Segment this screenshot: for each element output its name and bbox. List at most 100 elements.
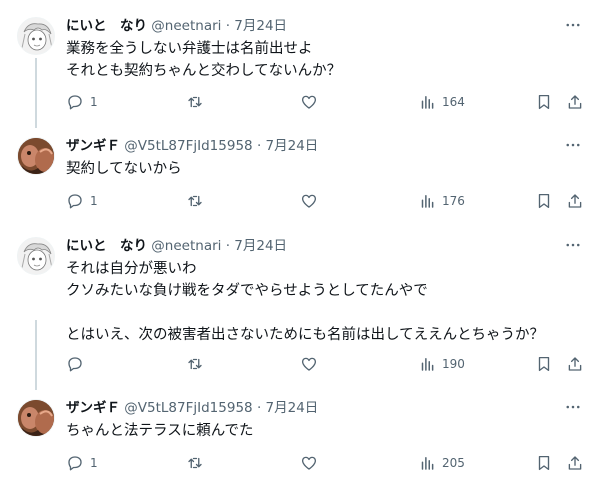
views-button[interactable]: 164 — [418, 91, 465, 113]
user-handle[interactable]: @neetnari — [151, 238, 221, 254]
tweet-date[interactable]: 7月24日 — [266, 400, 319, 416]
tweet-text-line: それとも契約ちゃんと交わしてないんか？ — [66, 63, 342, 79]
like-button[interactable] — [300, 353, 318, 375]
more-icon[interactable] — [562, 235, 584, 255]
separator-dot: · — [256, 400, 262, 416]
bookmark-icon — [538, 356, 550, 372]
views-chart-icon — [421, 195, 434, 208]
separator-dot: · — [225, 18, 230, 34]
separator-dot: · — [256, 138, 262, 154]
tweet-header: にいと なり @neetnari · 7月24日 — [66, 17, 287, 35]
bookmark-icon — [538, 455, 550, 471]
avatar[interactable] — [17, 137, 55, 175]
tweet-date[interactable]: 7月24日 — [234, 18, 287, 34]
display-name[interactable]: にいと なり — [66, 18, 147, 34]
like-button[interactable] — [300, 452, 318, 474]
more-icon[interactable] — [562, 15, 584, 35]
reply-count: 1 — [90, 456, 98, 470]
bookmark-icon — [538, 94, 550, 110]
bookmark-button[interactable] — [535, 452, 553, 474]
share-button[interactable] — [566, 452, 584, 474]
bookmark-button[interactable] — [535, 91, 553, 113]
reply-button[interactable]: 1 — [66, 91, 98, 113]
avatar[interactable] — [17, 237, 55, 275]
views-button[interactable]: 205 — [418, 452, 465, 474]
bookmark-icon — [538, 193, 550, 209]
tweet-actions: 1 205 — [0, 452, 606, 474]
tweet-text: ちゃんと法テラスに頼んでた — [66, 420, 253, 442]
views-count: 164 — [442, 95, 465, 109]
share-icon — [568, 357, 582, 371]
retweet-button[interactable] — [186, 91, 204, 113]
views-chart-icon — [421, 96, 434, 109]
tweet-actions: 190 — [0, 353, 606, 375]
share-icon — [568, 194, 582, 208]
heart-icon — [301, 194, 317, 208]
reply-button[interactable]: 1 — [66, 190, 98, 212]
views-count: 205 — [442, 456, 465, 470]
like-button[interactable] — [300, 190, 318, 212]
retweet-icon — [188, 96, 202, 108]
display-name[interactable]: にいと なり — [66, 238, 147, 254]
retweet-icon — [188, 457, 202, 469]
avatar[interactable] — [17, 399, 55, 437]
avatar[interactable] — [17, 17, 55, 55]
tweet-text-line: 契約してないから — [66, 161, 182, 177]
bookmark-button[interactable] — [535, 190, 553, 212]
tweet-text-line: それは自分が悪いわ — [66, 261, 197, 277]
retweet-icon — [188, 195, 202, 207]
more-icon[interactable] — [562, 135, 584, 155]
tweet-text-line: 業務を全うしない弁護士は名前出せよ — [66, 41, 313, 57]
reply-button[interactable] — [66, 353, 90, 375]
views-count: 190 — [442, 357, 465, 371]
tweet-text-line: とはいえ、次の被害者出さないためにも名前は出してええんとちゃうか？ — [66, 327, 545, 343]
separator-dot: · — [225, 238, 230, 254]
bookmark-button[interactable] — [535, 353, 553, 375]
reply-icon — [68, 194, 82, 209]
tweet-date[interactable]: 7月24日 — [234, 238, 287, 254]
reply-button[interactable]: 1 — [66, 452, 98, 474]
reply-count: 1 — [90, 95, 98, 109]
tweet-actions: 1 164 — [0, 91, 606, 113]
retweet-icon — [188, 358, 202, 370]
tweet-header: ザンギＦ @V5tL87FjId15958 · 7月24日 — [66, 137, 318, 155]
tweet-actions: 1 176 — [0, 190, 606, 212]
share-icon — [568, 95, 582, 109]
reply-icon — [68, 357, 82, 372]
tweet-date[interactable]: 7月24日 — [266, 138, 319, 154]
user-handle[interactable]: @V5tL87FjId15958 — [124, 138, 252, 154]
share-button[interactable] — [566, 353, 584, 375]
views-button[interactable]: 176 — [418, 190, 465, 212]
like-button[interactable] — [300, 91, 318, 113]
reply-icon — [68, 456, 82, 471]
share-button[interactable] — [566, 190, 584, 212]
retweet-button[interactable] — [186, 353, 204, 375]
heart-icon — [301, 357, 317, 371]
display-name[interactable]: ザンギＦ — [66, 400, 120, 416]
tweet-header: ザンギＦ @V5tL87FjId15958 · 7月24日 — [66, 399, 318, 417]
views-button[interactable]: 190 — [418, 353, 465, 375]
share-icon — [568, 456, 582, 470]
views-chart-icon — [421, 457, 434, 470]
tweet-text: 業務を全うしない弁護士は名前出せよ それとも契約ちゃんと交わしてないんか？ — [66, 38, 341, 82]
tweet-text: 契約してないから — [66, 158, 182, 180]
user-handle[interactable]: @V5tL87FjId15958 — [124, 400, 252, 416]
tweet-text-line — [66, 302, 544, 324]
display-name[interactable]: ザンギＦ — [66, 138, 120, 154]
retweet-button[interactable] — [186, 190, 204, 212]
heart-icon — [301, 456, 317, 470]
views-count: 176 — [442, 194, 465, 208]
user-handle[interactable]: @neetnari — [151, 18, 221, 34]
views-chart-icon — [421, 358, 434, 371]
reply-count: 1 — [90, 194, 98, 208]
reply-icon — [68, 95, 82, 110]
tweet-text-line: クソみたいな負け戦をタダでやらせようとしてたんやで — [66, 283, 428, 299]
tweet-text-line: ちゃんと法テラスに頼んでた — [66, 423, 254, 439]
heart-icon — [301, 95, 317, 109]
tweet-header: にいと なり @neetnari · 7月24日 — [66, 237, 287, 255]
conversation-timeline: にいと なり @neetnari · 7月24日 業務を全うしない弁護士は名前出… — [0, 0, 606, 492]
share-button[interactable] — [566, 91, 584, 113]
retweet-button[interactable] — [186, 452, 204, 474]
more-icon[interactable] — [562, 397, 584, 417]
tweet-text: それは自分が悪いわ クソみたいな負け戦をタダでやらせようとしてたんやで とはいえ… — [66, 258, 544, 346]
